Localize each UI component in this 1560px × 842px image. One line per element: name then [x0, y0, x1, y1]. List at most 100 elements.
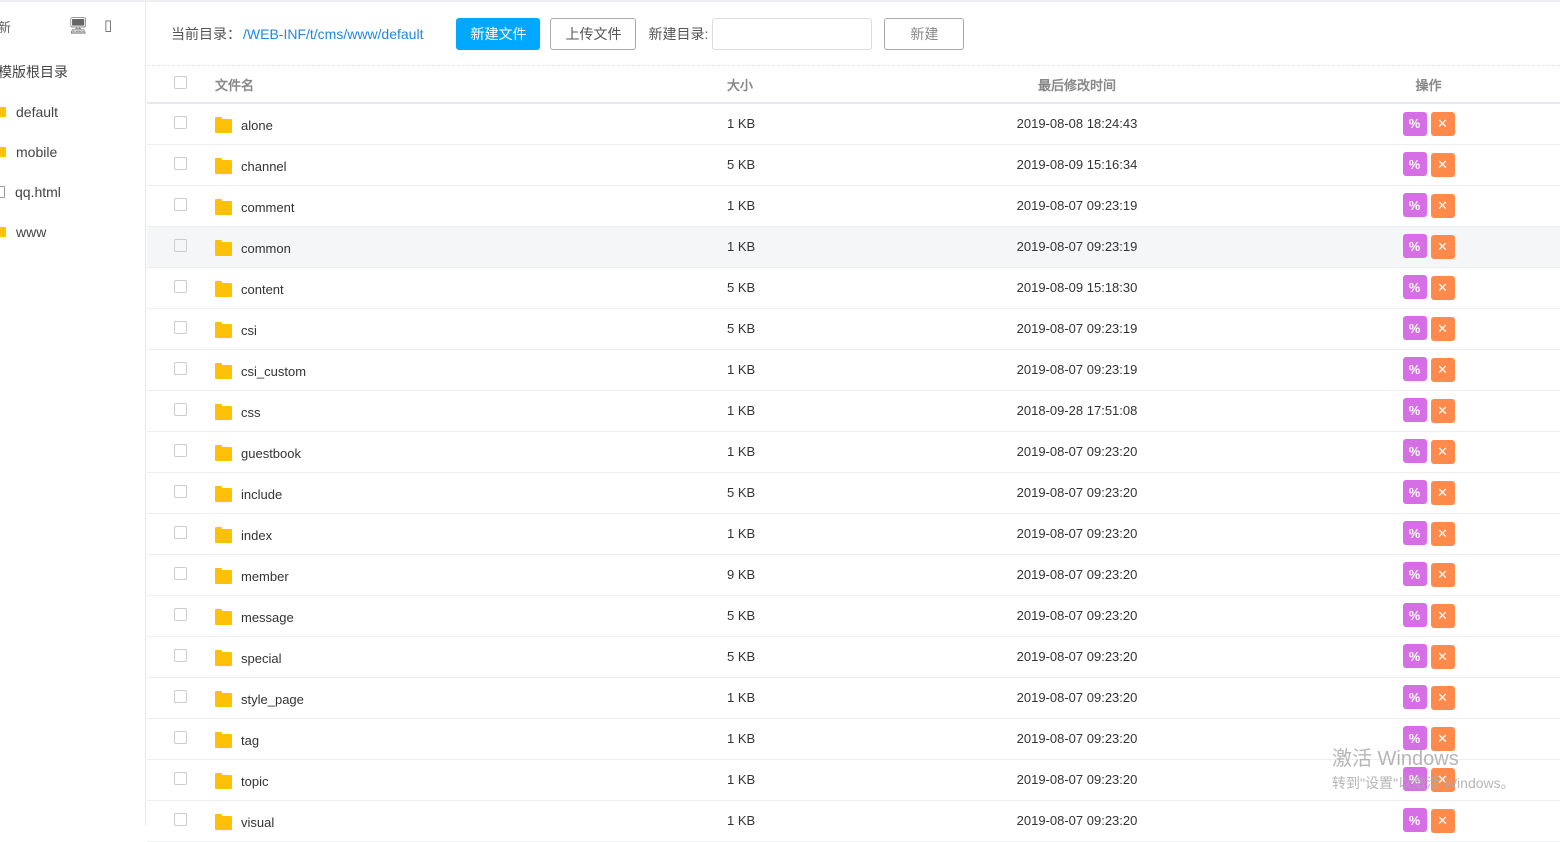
file-size: 1 KB	[727, 677, 987, 719]
delete-icon[interactable]: ✕	[1430, 112, 1455, 136]
select-all-checkbox[interactable]	[174, 76, 187, 89]
rename-icon[interactable]: %	[1402, 644, 1427, 669]
table-row[interactable]: visual 1 KB 2019-08-07 09:23:20 % ✕	[147, 800, 1560, 842]
delete-icon[interactable]: ✕	[1430, 152, 1455, 177]
sidebar-item-www[interactable]: www	[0, 222, 46, 242]
table-row[interactable]: special 5 KB 2019-08-07 09:23:20 % ✕	[147, 636, 1560, 678]
row-checkbox[interactable]	[174, 238, 187, 252]
mobile-icon[interactable]: ▯	[104, 16, 112, 34]
row-checkbox[interactable]	[174, 115, 187, 129]
delete-icon[interactable]: ✕	[1430, 808, 1455, 833]
delete-icon[interactable]: ✕	[1430, 685, 1455, 710]
row-checkbox[interactable]	[174, 443, 187, 457]
file-name[interactable]: special	[241, 651, 281, 666]
table-row[interactable]: content 5 KB 2019-08-09 15:18:30 % ✕	[147, 267, 1560, 309]
rename-icon[interactable]: %	[1402, 111, 1427, 136]
file-name[interactable]: alone	[241, 118, 273, 133]
row-checkbox[interactable]	[174, 525, 187, 539]
file-size: 1 KB	[727, 103, 987, 145]
rename-icon[interactable]: %	[1402, 275, 1427, 300]
rename-icon[interactable]: %	[1402, 808, 1427, 833]
row-checkbox[interactable]	[174, 607, 187, 621]
delete-icon[interactable]: ✕	[1430, 562, 1455, 587]
rename-icon[interactable]: %	[1402, 193, 1427, 218]
rename-icon[interactable]: %	[1402, 439, 1427, 464]
rename-icon[interactable]: %	[1402, 234, 1427, 259]
delete-icon[interactable]: ✕	[1430, 234, 1455, 259]
rename-icon[interactable]: %	[1402, 521, 1427, 546]
file-name[interactable]: channel	[241, 159, 287, 174]
delete-icon[interactable]: ✕	[1430, 193, 1455, 218]
table-row[interactable]: alone 1 KB 2019-08-08 18:24:43 % ✕	[147, 103, 1560, 145]
rename-icon[interactable]: %	[1402, 480, 1427, 505]
sidebar-item-default[interactable]: default	[0, 102, 58, 122]
table-row[interactable]: member 9 KB 2019-08-07 09:23:20 % ✕	[147, 554, 1560, 596]
header-name[interactable]: 文件名	[207, 66, 727, 104]
row-checkbox[interactable]	[174, 197, 187, 211]
file-name[interactable]: visual	[241, 815, 274, 830]
sidebar-root[interactable]: 模版根目录	[0, 62, 68, 82]
file-name[interactable]: csi_custom	[241, 364, 306, 379]
sidebar-item-qq.html[interactable]: qq.html	[0, 182, 61, 202]
table-row[interactable]: style_page 1 KB 2019-08-07 09:23:20 % ✕	[147, 677, 1560, 719]
sidebar-item-mobile[interactable]: mobile	[0, 142, 57, 162]
row-checkbox[interactable]	[174, 689, 187, 703]
file-name[interactable]: content	[241, 282, 284, 297]
current-dir-path[interactable]: /WEB-INF/t/cms/www/default	[243, 26, 423, 42]
new-file-button[interactable]: 新建文件	[456, 17, 541, 50]
table-row[interactable]: guestbook 1 KB 2019-08-07 09:23:20 % ✕	[147, 431, 1560, 473]
upload-file-button[interactable]: 上传文件	[550, 17, 637, 50]
row-checkbox[interactable]	[174, 320, 187, 334]
file-name[interactable]: include	[241, 487, 282, 502]
table-row[interactable]: channel 5 KB 2019-08-09 15:16:34 % ✕	[147, 144, 1560, 186]
rename-icon[interactable]: %	[1402, 316, 1427, 341]
file-name[interactable]: csi	[241, 323, 257, 338]
file-name[interactable]: message	[241, 610, 294, 625]
file-name[interactable]: comment	[241, 200, 294, 215]
row-checkbox[interactable]	[174, 771, 187, 785]
delete-icon[interactable]: ✕	[1430, 644, 1455, 669]
row-checkbox[interactable]	[174, 648, 187, 662]
table-row[interactable]: message 5 KB 2019-08-07 09:23:20 % ✕	[147, 595, 1560, 637]
row-checkbox[interactable]	[174, 484, 187, 498]
delete-icon[interactable]: ✕	[1430, 521, 1455, 546]
row-checkbox[interactable]	[174, 730, 187, 744]
file-name[interactable]: css	[241, 405, 261, 420]
new-dir-input[interactable]	[712, 17, 873, 50]
table-row[interactable]: common 1 KB 2019-08-07 09:23:19 % ✕	[147, 226, 1560, 268]
rename-icon[interactable]: %	[1402, 398, 1427, 423]
row-checkbox[interactable]	[174, 361, 187, 375]
rename-icon[interactable]: %	[1402, 152, 1427, 177]
delete-icon[interactable]: ✕	[1430, 316, 1455, 341]
file-name[interactable]: guestbook	[241, 446, 301, 461]
row-checkbox[interactable]	[174, 279, 187, 293]
row-checkbox[interactable]	[174, 402, 187, 416]
table-row[interactable]: comment 1 KB 2019-08-07 09:23:19 % ✕	[147, 185, 1560, 227]
table-row[interactable]: include 5 KB 2019-08-07 09:23:20 % ✕	[147, 472, 1560, 514]
row-checkbox[interactable]	[174, 156, 187, 170]
file-name[interactable]: common	[241, 241, 291, 256]
delete-icon[interactable]: ✕	[1430, 275, 1455, 300]
delete-icon[interactable]: ✕	[1430, 357, 1455, 382]
row-checkbox[interactable]	[174, 812, 187, 826]
rename-icon[interactable]: %	[1402, 562, 1427, 587]
file-name[interactable]: tag	[241, 733, 259, 748]
rename-icon[interactable]: %	[1402, 603, 1427, 628]
delete-icon[interactable]: ✕	[1430, 480, 1455, 505]
table-row[interactable]: index 1 KB 2019-08-07 09:23:20 % ✕	[147, 513, 1560, 555]
delete-icon[interactable]: ✕	[1430, 439, 1455, 464]
desktop-icon[interactable]: 🖥	[68, 16, 88, 36]
file-name[interactable]: index	[241, 528, 272, 543]
file-name[interactable]: style_page	[241, 692, 304, 707]
delete-icon[interactable]: ✕	[1430, 398, 1455, 423]
table-row[interactable]: css 1 KB 2018-09-28 17:51:08 % ✕	[147, 390, 1560, 432]
table-row[interactable]: csi 5 KB 2019-08-07 09:23:19 % ✕	[147, 308, 1560, 350]
table-row[interactable]: csi_custom 1 KB 2019-08-07 09:23:19 % ✕	[147, 349, 1560, 391]
file-name[interactable]: member	[241, 569, 289, 584]
delete-icon[interactable]: ✕	[1430, 603, 1455, 628]
create-dir-button[interactable]: 新建	[884, 17, 965, 50]
row-checkbox[interactable]	[174, 566, 187, 580]
rename-icon[interactable]: %	[1402, 357, 1427, 382]
file-name[interactable]: topic	[241, 774, 268, 789]
rename-icon[interactable]: %	[1402, 685, 1427, 710]
